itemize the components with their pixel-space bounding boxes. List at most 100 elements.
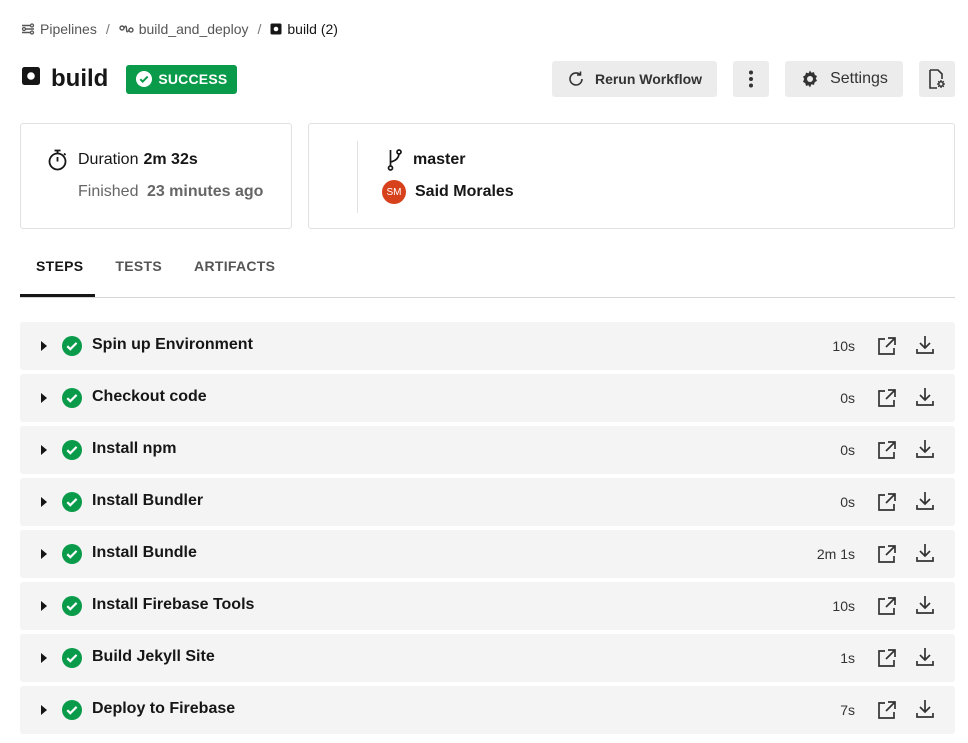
success-check-icon	[62, 700, 82, 725]
avatar: SM	[382, 180, 406, 204]
status-badge: SUCCESS	[126, 64, 238, 94]
caret-right-icon[interactable]	[40, 549, 48, 559]
status-badge-label: SUCCESS	[158, 71, 228, 87]
breadcrumb-workflow-label: build_and_deploy	[138, 21, 249, 37]
success-check-icon	[62, 492, 82, 517]
download-icon[interactable]	[915, 387, 935, 412]
step-name: Install npm	[92, 440, 177, 457]
step-row[interactable]: Deploy to Firebase 7s	[20, 686, 955, 734]
step-duration: 2m 1s	[816, 546, 855, 562]
settings-button[interactable]: Settings	[785, 61, 903, 97]
step-row[interactable]: Install Bundle 2m 1s	[20, 530, 955, 578]
breadcrumb-workflow[interactable]: build_and_deploy	[119, 21, 249, 37]
settings-label: Settings	[830, 70, 888, 87]
open-external-icon[interactable]	[877, 700, 897, 725]
step-duration: 10s	[832, 598, 855, 614]
tab-artifacts[interactable]: ARTIFACTS	[178, 244, 291, 288]
caret-right-icon[interactable]	[40, 653, 48, 663]
author-row: SM Said Morales	[382, 180, 514, 204]
step-row[interactable]: Spin up Environment 10s	[20, 322, 955, 370]
step-duration: 0s	[840, 390, 855, 406]
tab-steps[interactable]: STEPS	[20, 244, 99, 288]
download-icon[interactable]	[915, 439, 935, 464]
author-name: Said Morales	[415, 183, 514, 200]
breadcrumb-separator: /	[257, 21, 262, 37]
config-file-button[interactable]	[919, 61, 955, 97]
refresh-icon	[569, 71, 583, 86]
success-check-icon	[62, 596, 82, 621]
breadcrumb-job[interactable]: build (2)	[270, 21, 338, 37]
step-row[interactable]: Install npm 0s	[20, 426, 955, 474]
more-vertical-icon	[749, 70, 753, 88]
caret-right-icon[interactable]	[40, 341, 48, 351]
rerun-workflow-button[interactable]: Rerun Workflow	[552, 61, 717, 97]
caret-right-icon[interactable]	[40, 601, 48, 611]
duration-label: Duration	[78, 151, 139, 168]
download-icon[interactable]	[915, 543, 935, 568]
step-duration: 7s	[840, 702, 855, 718]
download-icon[interactable]	[915, 595, 935, 620]
caret-right-icon[interactable]	[40, 705, 48, 715]
page-title: build	[51, 65, 109, 92]
breadcrumb-pipelines[interactable]: Pipelines	[21, 21, 97, 37]
step-row[interactable]: Build Jekyll Site 1s	[20, 634, 955, 682]
open-external-icon[interactable]	[877, 388, 897, 413]
caret-right-icon[interactable]	[40, 445, 48, 455]
open-external-icon[interactable]	[877, 492, 897, 517]
pipelines-icon	[21, 23, 35, 35]
gear-icon	[803, 70, 818, 88]
branch-row[interactable]: master	[387, 149, 465, 171]
step-row[interactable]: Checkout code 0s	[20, 374, 955, 422]
open-external-icon[interactable]	[877, 648, 897, 673]
finished-value: 23 minutes ago	[146, 183, 264, 200]
caret-right-icon[interactable]	[40, 497, 48, 507]
rerun-workflow-label: Rerun Workflow	[594, 71, 703, 87]
duration-value: 2m 32s	[143, 151, 198, 168]
success-check-icon	[62, 336, 82, 361]
caret-right-icon[interactable]	[40, 393, 48, 403]
open-external-icon[interactable]	[877, 544, 897, 569]
file-settings-icon	[929, 69, 945, 89]
step-row[interactable]: Install Bundler 0s	[20, 478, 955, 526]
job-header: build SUCCESS	[21, 62, 238, 96]
open-external-icon[interactable]	[877, 336, 897, 361]
duration-row: Duration 2m 32s	[47, 149, 198, 171]
stopwatch-icon	[48, 149, 67, 171]
success-check-icon	[62, 440, 82, 465]
breadcrumb-job-label: build (2)	[287, 21, 338, 37]
more-options-button[interactable]	[733, 61, 769, 97]
branch-icon	[387, 149, 402, 171]
step-duration: 1s	[840, 650, 855, 666]
step-name: Spin up Environment	[92, 336, 253, 353]
duration-card: Duration 2m 32s Finished 23 minutes ago	[20, 123, 292, 229]
open-external-icon[interactable]	[877, 440, 897, 465]
card-divider	[357, 141, 358, 213]
breadcrumb-pipelines-label: Pipelines	[40, 21, 97, 37]
finished-row: Finished 23 minutes ago	[78, 183, 263, 201]
download-icon[interactable]	[915, 647, 935, 672]
active-tab-indicator	[20, 294, 95, 297]
step-name: Install Bundler	[92, 492, 204, 509]
steps-list: Spin up Environment 10s Checkout code 0s…	[20, 322, 955, 738]
finished-label: Finished	[78, 183, 139, 200]
workflow-icon	[119, 25, 134, 33]
step-name: Install Bundle	[92, 544, 197, 561]
download-icon[interactable]	[915, 491, 935, 516]
open-external-icon[interactable]	[877, 596, 897, 621]
success-check-icon	[62, 388, 82, 413]
download-icon[interactable]	[915, 699, 935, 724]
success-check-icon	[62, 544, 82, 569]
breadcrumb-separator: /	[105, 21, 110, 37]
tab-tests[interactable]: TESTS	[99, 244, 178, 288]
step-name: Install Firebase Tools	[92, 596, 255, 613]
step-row[interactable]: Install Firebase Tools 10s	[20, 582, 955, 630]
step-name: Checkout code	[92, 388, 207, 405]
job-icon	[21, 66, 41, 86]
branch-name: master	[413, 151, 466, 168]
step-duration: 10s	[832, 338, 855, 354]
step-duration: 0s	[840, 494, 855, 510]
step-name: Deploy to Firebase	[92, 700, 236, 717]
download-icon[interactable]	[915, 335, 935, 360]
check-circle-icon	[136, 71, 153, 87]
vcs-card: master SM Said Morales	[308, 123, 955, 229]
